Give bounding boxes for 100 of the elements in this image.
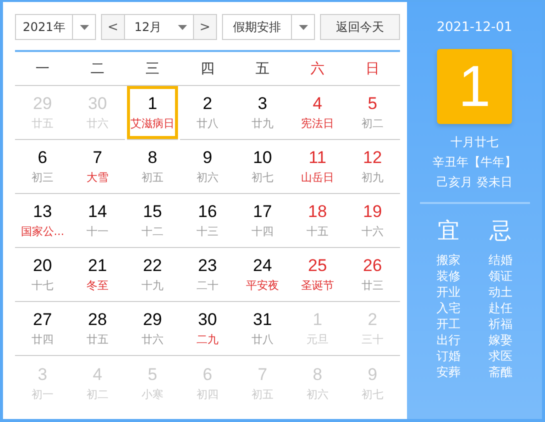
day-number: 26 (363, 256, 382, 276)
lunar-label: 十一 (86, 224, 108, 239)
day-number: 23 (198, 256, 217, 276)
lunar-label: 大雪 (86, 170, 108, 185)
day-cell[interactable]: 28 廿五 (70, 302, 125, 356)
weekday-label: 二 (90, 60, 106, 78)
day-number: 1 (148, 94, 158, 114)
day-cell[interactable]: 26 廿三 (345, 248, 400, 302)
holiday-select[interactable]: 假期安排 (222, 14, 315, 40)
day-cell[interactable]: 1 艾滋病日 (127, 86, 178, 140)
day-cell[interactable]: 13 国家公... (15, 194, 70, 248)
day-number: 16 (198, 202, 217, 222)
weekday-label: 五 (254, 60, 270, 78)
day-cell[interactable]: 11 山岳日 (290, 140, 345, 194)
day-cell[interactable]: 27 廿四 (15, 302, 70, 356)
day-cell[interactable]: 19 十六 (345, 194, 400, 248)
day-cell[interactable]: 4 宪法日 (290, 86, 345, 140)
day-cell[interactable]: 15 十二 (125, 194, 180, 248)
day-number: 27 (33, 310, 52, 330)
lunar-label: 艾滋病日 (130, 116, 174, 131)
day-number: 17 (253, 202, 272, 222)
lunar-label: 十六 (362, 224, 384, 239)
lunar-label: 初二 (362, 116, 384, 131)
good-item: 出行 (436, 332, 460, 348)
bad-title: 忌 (490, 218, 512, 246)
day-cell[interactable]: 8 初五 (125, 140, 180, 194)
day-cell[interactable]: 6 初三 (15, 140, 70, 194)
day-number: 28 (88, 310, 107, 330)
day-number: 21 (88, 256, 107, 276)
lunar-label: 初九 (362, 170, 384, 185)
day-number: 12 (363, 148, 382, 168)
lunar-label: 宪法日 (301, 116, 334, 131)
day-cell[interactable]: 17 十四 (235, 194, 290, 248)
day-number: 8 (148, 148, 158, 168)
day-cell[interactable]: 2 廿八 (180, 86, 235, 140)
lunar-label: 初三 (32, 170, 54, 185)
day-number: 19 (363, 202, 382, 222)
day-number: 29 (143, 310, 162, 330)
lunar-label: 圣诞节 (301, 278, 334, 293)
day-cell[interactable]: 25 圣诞节 (290, 248, 345, 302)
good-item: 开业 (436, 284, 460, 300)
month-select[interactable]: 12月 (124, 15, 194, 39)
lunar-label: 国家公... (20, 224, 64, 239)
caret-icon (80, 24, 88, 30)
day-number: 2 (202, 94, 212, 114)
day-number: 30 (198, 310, 217, 330)
prev-month-button[interactable]: < (102, 15, 124, 39)
lunar-label: 初五 (142, 170, 164, 185)
day-cell[interactable]: 30 二九 (180, 302, 235, 356)
caret-icon (178, 24, 186, 30)
day-number: 22 (143, 256, 162, 276)
day-cell[interactable]: 9 初六 (180, 140, 235, 194)
day-cell[interactable]: 5 初二 (345, 86, 400, 140)
bad-item: 动土 (488, 284, 512, 300)
weekday-label: 日 (364, 60, 380, 78)
day-cell[interactable]: 31 廿八 (235, 302, 290, 356)
day-cell[interactable]: 20 十七 (15, 248, 70, 302)
year-select[interactable]: 2021年 (15, 14, 96, 40)
lunar-label: 廿四 (32, 332, 54, 347)
day-cell[interactable]: 14 十一 (70, 194, 125, 248)
bad-item: 领证 (488, 268, 512, 284)
ganzhi-text: 己亥月 癸未日 (436, 174, 512, 190)
lunar-label: 廿三 (362, 278, 384, 293)
day-number: 25 (308, 256, 327, 276)
day-cell[interactable]: 22 十九 (125, 248, 180, 302)
lunar-label: 廿五 (86, 332, 108, 347)
day-cell[interactable]: 24 平安夜 (235, 248, 290, 302)
bad-item: 赴任 (488, 300, 512, 316)
next-month-button[interactable]: > (194, 15, 216, 39)
day-cell[interactable]: 3 廿九 (235, 86, 290, 140)
good-item: 入宅 (436, 300, 460, 316)
weekday-label: 三 (144, 60, 160, 78)
weekday-label: 四 (200, 60, 216, 78)
day-number: 10 (253, 148, 272, 168)
good-title: 宜 (438, 218, 460, 246)
day-cell[interactable]: 10 初七 (235, 140, 290, 194)
lunar-label: 十四 (252, 224, 274, 239)
day-number: 13 (33, 202, 52, 222)
today-button[interactable]: 返回今天 (320, 14, 400, 40)
bad-item: 祈福 (488, 316, 512, 332)
bad-item: 嫁娶 (488, 332, 512, 348)
day-cell[interactable]: 29 廿六 (125, 302, 180, 356)
day-cell[interactable]: 18 十五 (290, 194, 345, 248)
weekday-label: 六 (310, 60, 326, 78)
day-cell[interactable]: 23 二十 (180, 248, 235, 302)
day-cell[interactable]: 21 冬至 (70, 248, 125, 302)
day-cell[interactable]: 7 大雪 (70, 140, 125, 194)
lunar-label: 廿八 (196, 116, 218, 131)
weekday-label: 一 (34, 60, 50, 78)
lunar-label: 二九 (196, 332, 218, 347)
lunar-label: 二十 (196, 278, 218, 293)
good-item: 订婚 (436, 348, 460, 364)
lunar-label: 廿六 (142, 332, 164, 347)
day-number: 7 (92, 148, 102, 168)
day-cell[interactable]: 16 十三 (180, 194, 235, 248)
good-item: 安葬 (436, 364, 460, 380)
day-cell[interactable]: 12 初九 (345, 140, 400, 194)
year-name: 辛丑年【牛年】 (432, 154, 516, 170)
lunar-label: 廿八 (252, 332, 274, 347)
lunar-label: 廿九 (252, 116, 274, 131)
